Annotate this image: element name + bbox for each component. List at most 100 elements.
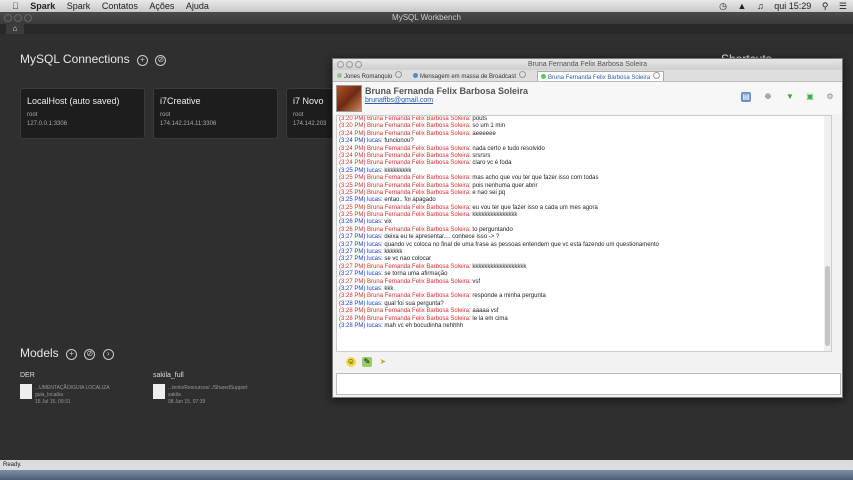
workbench-tab-bar: ⌂ [0, 24, 853, 34]
close-tab-icon[interactable] [519, 71, 527, 78]
message-sender: Bruna Fernanda Felix Barbosa Soleira: [367, 189, 471, 196]
message-time: (3:27 PM) [339, 256, 366, 263]
message-time: (3:28 PM) [339, 300, 366, 307]
close-tab-icon[interactable] [395, 71, 403, 78]
chat-message-line: (3:25 PM) lucas: entao.. foi apagado [337, 197, 831, 204]
broadcast-icon [413, 73, 418, 78]
chat-minimize-button[interactable] [346, 61, 353, 68]
message-text: so um 1 min [472, 123, 506, 130]
workbench-titlebar: MySQL Workbench [0, 12, 853, 24]
settings-icon[interactable]: ⚙ [825, 92, 835, 102]
attach-file-icon[interactable]: ✎ [362, 357, 372, 367]
add-connection-icon[interactable]: + [136, 55, 148, 66]
message-sender: lucas: [367, 167, 383, 174]
message-time: (3:26 PM) [339, 226, 366, 233]
connection-tile-i7creative[interactable]: i7Creative root 174.142.214.11:3306 [153, 88, 278, 139]
message-time: (3:27 PM) [339, 278, 366, 285]
nudge-icon[interactable]: ➤ [378, 357, 388, 367]
scrollbar-thumb[interactable] [825, 266, 830, 346]
chat-transcript[interactable]: (3:20 PM) Bruna Fernanda Felix Barbosa S… [336, 115, 832, 352]
timemachine-icon[interactable]: ◷ [719, 1, 727, 11]
message-sender: lucas: [367, 138, 383, 145]
wifi-icon[interactable]: ▲ [738, 1, 747, 11]
message-time: (3:25 PM) [339, 167, 366, 174]
message-time: (3:27 PM) [339, 249, 366, 256]
chat-message-line: (3:28 PM) lucas: mah vc eh bocudinha neh… [337, 323, 831, 330]
chat-zoom-button[interactable] [355, 61, 362, 68]
chat-message-line: (3:27 PM) lucas: quando vc coloca no fin… [337, 242, 831, 249]
menu-app-name[interactable]: Spark [30, 0, 55, 12]
message-sender: lucas: [367, 241, 383, 248]
tab-broadcast[interactable]: Mensagem em massa de Broadcast [413, 71, 527, 80]
connections-title: MySQL Connections [20, 52, 130, 66]
message-sender: Bruna Fernanda Felix Barbosa Soleira: [367, 130, 471, 137]
message-text: pois nenhuma quer abrir [472, 182, 538, 189]
transcript-scrollbar[interactable] [824, 116, 831, 351]
message-text: le la em cima [472, 315, 508, 322]
minimize-window-button[interactable] [14, 14, 22, 22]
chat-message-line: (3:28 PM) lucas: qual foi sua pergunta? [337, 301, 831, 308]
menu-clock[interactable]: qui 15:29 [774, 1, 811, 11]
add-model-icon[interactable]: + [66, 349, 78, 360]
chat-message-line: (3:25 PM) Bruna Fernanda Felix Barbosa S… [337, 190, 831, 197]
more-models-icon[interactable]: › [102, 349, 114, 360]
close-window-button[interactable] [4, 14, 12, 22]
message-text: kkk [384, 285, 394, 292]
message-text: deixa eu te apresentar.... conhece isso … [384, 234, 500, 241]
home-tab-icon[interactable]: ⌂ [6, 24, 24, 34]
history-icon[interactable]: ❁ [763, 92, 773, 102]
message-time: (3:27 PM) [339, 263, 366, 270]
message-sender: Bruna Fernanda Felix Barbosa Soleira: [367, 204, 471, 211]
menu-ajuda[interactable]: Ajuda [186, 0, 209, 12]
model-path: ...tents/Resources/../SharedSupport [168, 385, 248, 391]
presence-icon [541, 74, 546, 79]
message-input[interactable] [336, 373, 841, 395]
message-sender: lucas: [367, 197, 383, 204]
chat-message-line: (3:27 PM) Bruna Fernanda Felix Barbosa S… [337, 279, 831, 286]
apple-menu-icon[interactable]:  [12, 0, 19, 12]
emoticon-icon[interactable]: ☺ [346, 357, 356, 367]
message-sender: lucas: [367, 219, 383, 226]
close-tab-icon[interactable] [653, 72, 661, 79]
message-time: (3:26 PM) [339, 219, 366, 226]
tab-jones-romanquio[interactable]: Jones Romanquio [337, 71, 403, 80]
notification-list-icon[interactable]: ☰ [839, 1, 847, 11]
message-text: kkkkkkkkkkkkkkkkkk [472, 263, 527, 270]
open-model-icon[interactable]: ⊘ [84, 349, 96, 360]
chat-message-line: (3:27 PM) lucas: se vc nao colocar [337, 256, 831, 263]
chat-titlebar: Bruna Fernanda Felix Barbosa Soleira [333, 59, 842, 70]
message-sender: Bruna Fernanda Felix Barbosa Soleira: [367, 263, 471, 270]
menu-spark[interactable]: Spark [67, 0, 91, 12]
menu-acoes[interactable]: Ações [149, 0, 174, 12]
connection-host: 127.0.0.1:3306 [27, 121, 68, 127]
chat-message-line: (3:25 PM) Bruna Fernanda Felix Barbosa S… [337, 175, 831, 182]
spotlight-icon[interactable]: ⚲ [822, 1, 829, 11]
message-text: eu vou ter que fazer isso a cada um mes … [472, 204, 598, 211]
contact-email-link[interactable]: brunaffbs@gmail.com [365, 97, 433, 104]
menu-contatos[interactable]: Contatos [102, 0, 138, 12]
message-time: (3:27 PM) [339, 271, 366, 278]
chat-message-line: (3:27 PM) lucas: se torna uma afirmação [337, 271, 831, 278]
zoom-window-button[interactable] [24, 14, 32, 22]
message-time: (3:25 PM) [339, 175, 366, 182]
connection-tile-localhost[interactable]: LocalHost (auto saved) root 127.0.0.1:33… [20, 88, 145, 139]
message-sender: lucas: [367, 300, 383, 307]
profile-icon[interactable]: ▤ [741, 92, 751, 102]
screenshot-icon[interactable]: ▣ [805, 92, 815, 102]
manage-connections-icon[interactable]: ⊘ [155, 55, 167, 66]
message-sender: Bruna Fernanda Felix Barbosa Soleira: [367, 182, 471, 189]
tab-label: Jones Romanquio [344, 74, 393, 80]
chat-message-line: (3:24 PM) lucas: funcionou? [337, 138, 831, 145]
chat-message-line: (3:27 PM) lucas: deixa eu te apresentar.… [337, 234, 831, 241]
chat-close-button[interactable] [337, 61, 344, 68]
message-sender: Bruna Fernanda Felix Barbosa Soleira: [367, 145, 471, 152]
connection-name: LocalHost (auto saved) [27, 96, 120, 106]
connection-tile-i7novo[interactable]: i7 Novo root 174.142.203 [286, 88, 334, 139]
message-time: (3:25 PM) [339, 204, 366, 211]
volume-icon[interactable]: ♫ [757, 1, 764, 11]
message-sender: lucas: [367, 234, 383, 241]
message-time: (3:20 PM) [339, 123, 366, 130]
tab-bruna[interactable]: Bruna Fernanda Felix Barbosa Soleira [537, 71, 665, 81]
chat-message-line: (3:28 PM) Bruna Fernanda Felix Barbosa S… [337, 316, 831, 323]
send-file-icon[interactable]: ▼ [785, 92, 795, 102]
